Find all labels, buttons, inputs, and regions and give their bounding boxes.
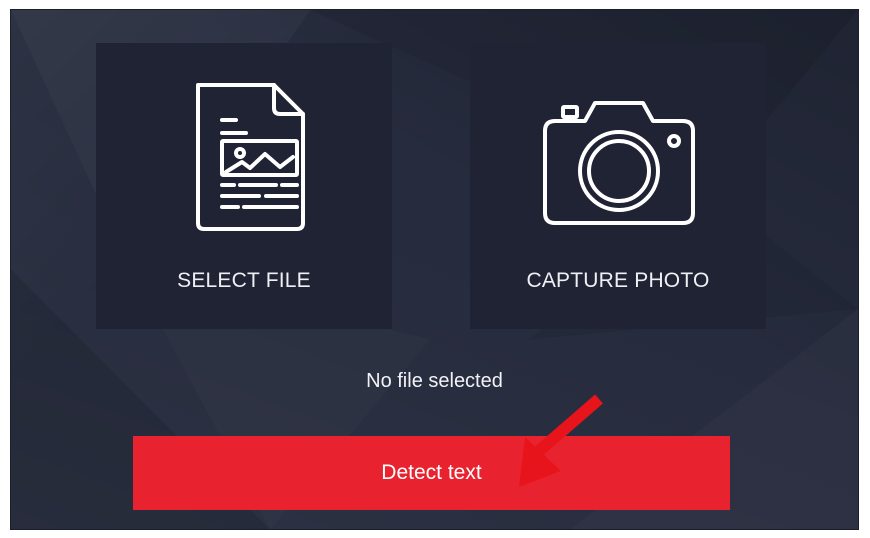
detect-text-button[interactable]: Detect text [133, 436, 730, 510]
document-image-icon [96, 73, 392, 233]
select-file-label: SELECT FILE [177, 269, 311, 292]
app-window: SELECT FILE CAPTURE PHOTO No file select… [10, 9, 859, 530]
select-file-tile[interactable]: SELECT FILE [96, 43, 392, 329]
capture-photo-label: CAPTURE PHOTO [526, 269, 710, 292]
file-status-text: No file selected [366, 370, 503, 392]
camera-icon [470, 73, 766, 233]
capture-photo-tile[interactable]: CAPTURE PHOTO [470, 43, 766, 329]
